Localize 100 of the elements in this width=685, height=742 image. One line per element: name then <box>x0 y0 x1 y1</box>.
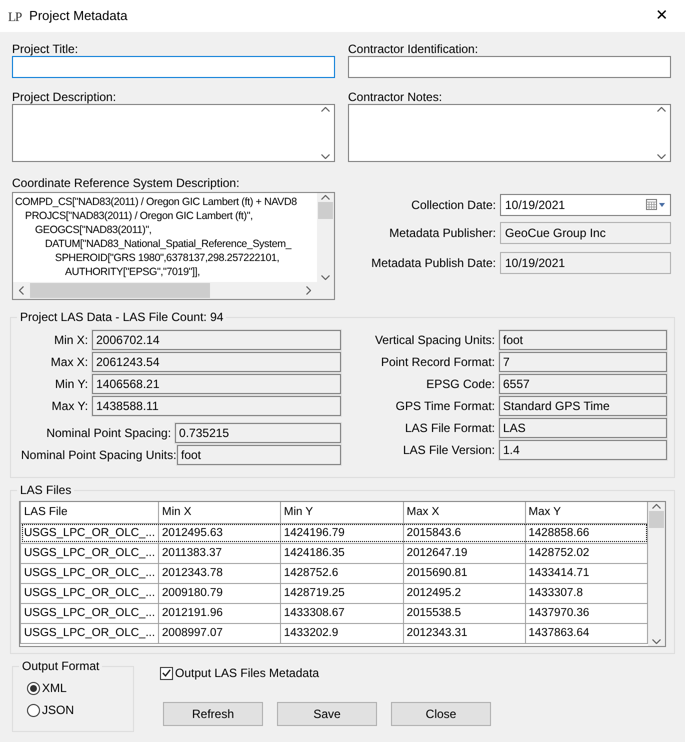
field-label: LAS File Format: <box>404 421 495 435</box>
scroll-down-icon[interactable] <box>321 154 330 159</box>
scroll-up-icon[interactable] <box>657 107 666 112</box>
table-row[interactable]: USGS_LPC_OR_OLC_... 2012343.78 1428752.6 2015690.81 1433414.71 <box>20 563 648 583</box>
readonly-field: 1438588.11 <box>92 396 341 416</box>
table-row[interactable]: USGS_LPC_OR_OLC_... 2008997.07 1433202.9 2012343.31 1437863.64 <box>20 623 648 643</box>
radio-option[interactable]: XML <box>27 681 121 695</box>
table-cell: 2009180.79 <box>158 583 280 603</box>
column-header[interactable]: Max Y <box>525 502 648 523</box>
table-cell: 1428752.02 <box>525 543 648 563</box>
table-cell: 2015690.81 <box>403 563 526 583</box>
column-header[interactable]: LAS File <box>20 502 159 523</box>
window-title: Project Metadata <box>29 9 128 23</box>
radio-button[interactable] <box>27 704 40 716</box>
readonly-field: foot <box>177 445 341 465</box>
radio-option[interactable]: JSON <box>27 703 121 717</box>
readonly-field[interactable]: GeoCue Group Inc <box>500 222 671 244</box>
column-header[interactable]: Min X <box>158 502 280 523</box>
field-label: Project Description: <box>12 90 116 104</box>
table-cell: 1428858.66 <box>525 523 648 543</box>
scroll-down-icon[interactable] <box>657 154 666 159</box>
scroll-down-icon[interactable] <box>321 275 330 280</box>
scroll-up-icon[interactable] <box>321 107 330 112</box>
app-logo: LP <box>8 10 22 22</box>
table-cell: 1428719.25 <box>280 583 404 603</box>
checkbox[interactable] <box>160 666 173 680</box>
table-cell: 2012343.31 <box>403 623 526 643</box>
field-label: LAS File Version: <box>402 443 495 457</box>
date-picker[interactable]: 10/19/2021 <box>500 194 671 216</box>
vertical-scrollbar[interactable] <box>648 502 665 646</box>
scroll-left-icon[interactable] <box>19 286 24 295</box>
vertical-scrollbar[interactable] <box>317 193 334 282</box>
crs-text-line: DATUM["NAD83_National_Spatial_Reference_System_ <box>45 237 292 251</box>
crs-text-box[interactable] <box>12 192 335 300</box>
table-cell: USGS_LPC_OR_OLC_... <box>20 543 159 563</box>
scroll-up-icon[interactable] <box>652 504 662 509</box>
table-cell: 2015538.5 <box>403 603 526 623</box>
field-label: Contractor Identification: <box>348 42 478 56</box>
table-cell: 1433414.71 <box>525 563 648 583</box>
table-cell: 2012647.19 <box>403 543 526 563</box>
table-row[interactable]: USGS_LPC_OR_OLC_... 2012191.96 1433308.67 2015538.5 1437970.36 <box>20 603 648 623</box>
readonly-field: foot <box>499 330 667 350</box>
field-label: Max X: <box>50 355 88 369</box>
table-row[interactable]: USGS_LPC_OR_OLC_... 2011383.37 1424186.35 2012647.19 1428752.02 <box>20 543 648 563</box>
crs-text-line: GEOGCS["NAD83(2011)", <box>35 223 152 237</box>
table-cell: 1433202.9 <box>280 623 404 643</box>
scroll-right-icon[interactable] <box>306 286 311 295</box>
readonly-field: Standard GPS Time <box>499 396 667 416</box>
field-label: Nominal Point Spacing: <box>45 426 172 440</box>
field-label: EPSG Code: <box>425 377 495 391</box>
crs-text-line: PROJCS["NAD83(2011) / Oregon GIC Lambert (ft)", <box>25 209 253 223</box>
table-cell: USGS_LPC_OR_OLC_... <box>20 583 159 603</box>
table-row[interactable]: USGS_LPC_OR_OLC_... 2009180.79 1428719.25 2012495.2 1433307.8 <box>20 583 648 603</box>
contractor-id-field[interactable] <box>348 56 671 78</box>
table-cell: 1437863.64 <box>525 623 648 643</box>
readonly-field[interactable]: 10/19/2021 <box>500 252 671 274</box>
readonly-field: 1406568.21 <box>92 374 341 394</box>
scroll-up-icon[interactable] <box>321 195 330 200</box>
readonly-field: 0.735215 <box>175 423 341 443</box>
readonly-field: LAS <box>499 418 667 438</box>
checkbox-option[interactable]: Output LAS Files Metadata <box>160 666 673 680</box>
project-description-field[interactable] <box>12 104 335 162</box>
crs-text-line: SPHEROID["GRS 1980",6378137,298.257222101, <box>55 251 280 265</box>
dialog-button[interactable]: Save <box>277 702 377 726</box>
field-label: Metadata Publish Date: <box>370 256 496 270</box>
dialog-button[interactable]: Refresh <box>163 702 263 726</box>
column-header[interactable]: Min Y <box>280 502 404 523</box>
calendar-dropdown-icon[interactable] <box>646 199 666 211</box>
field-label: Collection Date: <box>410 198 496 212</box>
table-cell: USGS_LPC_OR_OLC_... <box>20 523 159 543</box>
crs-text-line: AUTHORITY["EPSG","7019"]], <box>65 265 200 279</box>
contractor-notes-field[interactable] <box>348 104 671 162</box>
table-cell: 2008997.07 <box>158 623 280 643</box>
scroll-down-icon[interactable] <box>652 639 662 644</box>
table-cell: 2012191.96 <box>158 603 280 623</box>
radio-button[interactable] <box>27 682 40 694</box>
field-label: GPS Time Format: <box>394 399 495 413</box>
scrollbar-thumb[interactable] <box>30 283 210 298</box>
scrollbar-thumb[interactable] <box>318 202 333 219</box>
close-button[interactable]: ✕ <box>639 0 685 32</box>
table-cell: 1424196.79 <box>280 523 404 543</box>
table-cell: 2012495.63 <box>158 523 280 543</box>
field-label: Min Y: <box>54 377 88 391</box>
field-label: Vertical Spacing Units: <box>374 333 495 347</box>
group-title: Output Format <box>19 659 102 673</box>
column-header[interactable]: Max X <box>403 502 526 523</box>
field-label: Nominal Point Spacing Units: <box>21 448 173 462</box>
dialog-button[interactable]: Close <box>391 702 491 726</box>
field-label: Min X: <box>53 333 88 347</box>
project-title-field[interactable] <box>12 56 335 78</box>
scrollbar-thumb[interactable] <box>649 511 664 528</box>
table-cell: 1437970.36 <box>525 603 648 623</box>
group-title: LAS Files <box>17 483 74 497</box>
table-row[interactable]: USGS_LPC_OR_OLC_... 2012495.63 1424196.79 2015843.6 1428858.66 <box>20 523 648 543</box>
horizontal-scrollbar[interactable] <box>13 282 334 299</box>
readonly-field: 7 <box>499 352 667 372</box>
readonly-field: 6557 <box>499 374 667 394</box>
check-icon[interactable] <box>162 669 171 677</box>
readonly-field: 1.4 <box>499 440 667 460</box>
crs-text-line: COMPD_CS["NAD83(2011) / Oregon GIC Lambert (ft) + NAVD8 <box>15 195 297 209</box>
